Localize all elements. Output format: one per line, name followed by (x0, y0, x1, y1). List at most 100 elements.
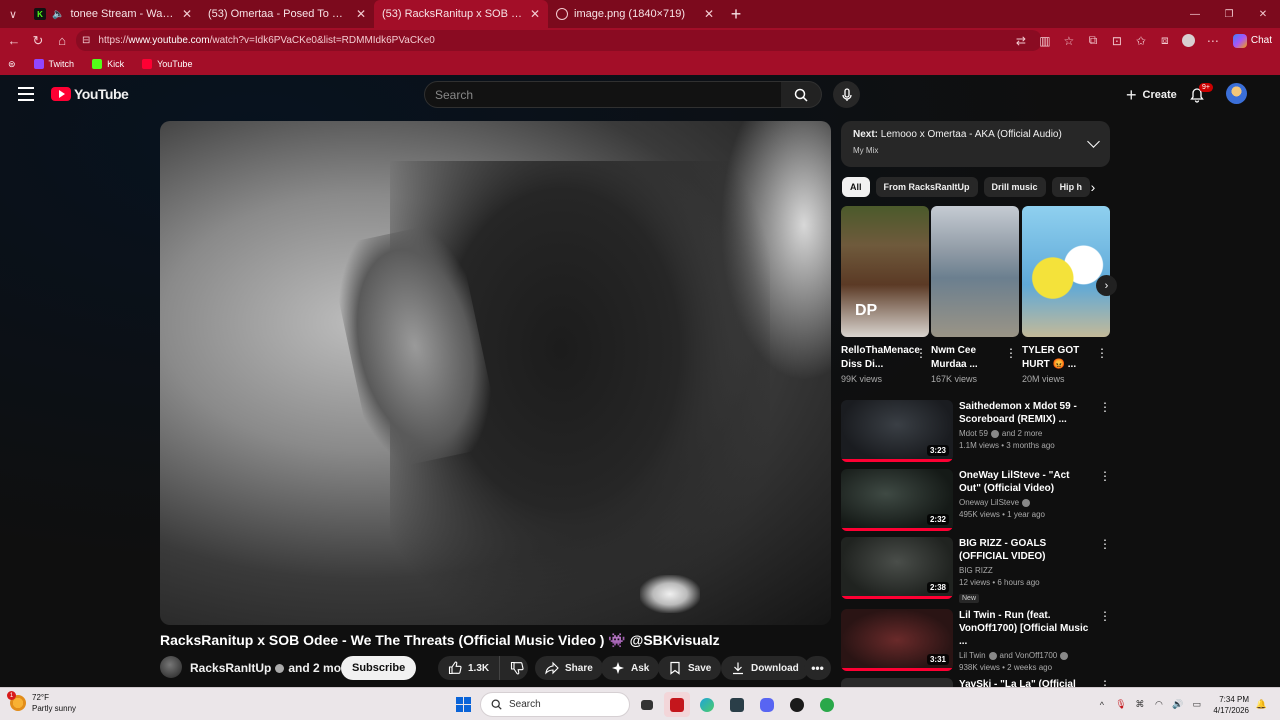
chip-all[interactable]: All (842, 177, 870, 197)
battery-icon[interactable]: ▭ (1190, 698, 1203, 711)
short-title[interactable]: TYLER GOT HURT 😡 ... (1022, 344, 1094, 372)
back-arrow-icon[interactable]: ← (2, 28, 26, 53)
wifi-icon[interactable]: ◠ (1152, 698, 1165, 711)
terminal-icon[interactable] (724, 692, 750, 717)
network-icon[interactable]: ⌘ (1133, 698, 1146, 711)
dislike-button[interactable] (506, 656, 528, 680)
short-thumbnail[interactable] (1022, 206, 1110, 337)
home-icon[interactable]: ⌂ (50, 28, 74, 53)
profile-avatar[interactable] (1177, 28, 1201, 53)
short-thumbnail[interactable]: DP (841, 206, 929, 337)
microphone-icon[interactable]: 🎙 (1114, 698, 1127, 711)
site-info-icon[interactable]: ⊟ (82, 35, 90, 46)
short-menu-icon[interactable]: ⋮ (915, 346, 927, 360)
discord-icon[interactable] (754, 692, 780, 717)
short-thumbnail[interactable] (931, 206, 1019, 337)
short-title[interactable]: RelloThaMenace Diss Di... (841, 344, 920, 372)
short-item[interactable]: Nwm Cee Murdaa ... 167K views ⋮ (931, 206, 1019, 384)
short-menu-icon[interactable]: ⋮ (1096, 346, 1108, 360)
edge-browser-icon[interactable] (694, 692, 720, 717)
account-avatar[interactable] (1226, 83, 1247, 104)
video-player[interactable] (160, 121, 831, 625)
bookmark-youtube[interactable]: YouTube (133, 59, 201, 69)
shorts-next-arrow-icon[interactable]: › (1096, 275, 1117, 296)
video-menu-icon[interactable]: ⋮ (1099, 469, 1111, 483)
video-thumbnail[interactable]: 2:38 (841, 537, 953, 599)
chips-next-chevron-icon[interactable]: › (1086, 179, 1100, 195)
recommended-video[interactable]: YavSki - "La La" (Official Video) ⋮ (841, 678, 1111, 687)
more-menu-icon[interactable]: ⋯ (1201, 28, 1225, 53)
task-view-icon[interactable] (634, 692, 660, 717)
youtube-logo[interactable]: YouTube (51, 86, 129, 102)
video-title[interactable]: Saithedemon x Mdot 59 - Scoreboard (REMI… (959, 400, 1094, 426)
short-item[interactable]: DP RelloThaMenace Diss Di... 99K views ⋮ (841, 206, 929, 384)
notification-bell-icon[interactable]: 🔔 (1255, 698, 1268, 711)
chip-drill-music[interactable]: Drill music (983, 177, 1046, 197)
save-button[interactable]: Save (658, 656, 722, 680)
bookmark-twitch[interactable]: Twitch (25, 59, 84, 69)
taskbar-search[interactable]: Search (480, 692, 630, 717)
channel-avatar[interactable] (160, 656, 182, 678)
create-button[interactable]: + Create (1120, 82, 1183, 108)
ask-button[interactable]: Ask (601, 656, 660, 680)
show-hidden-icons-chevron[interactable]: ^ (1095, 698, 1108, 711)
browser-tab-racksranitup[interactable]: (53) RacksRanitup x SOB Odee - We The Th… (374, 0, 548, 28)
short-menu-icon[interactable]: ⋮ (1005, 346, 1017, 360)
short-item[interactable]: TYLER GOT HURT 😡 ... 20M views ⋮ (1022, 206, 1110, 384)
subscribe-button[interactable]: Subscribe (341, 656, 417, 680)
tab-close-icon[interactable]: ✕ (182, 7, 192, 21)
browser-tab-omertaa[interactable]: (53) Omertaa - Posed To Be a Star ✕ (200, 0, 374, 28)
video-title[interactable]: Lil Twin - Run (feat. VonOff1700) [Offic… (959, 609, 1094, 648)
weather-widget[interactable]: 1 72°F Partly sunny (7, 691, 76, 714)
favorite-star-icon[interactable]: ☆ (1057, 28, 1081, 53)
recommended-video[interactable]: 2:38 BIG RIZZ - GOALS (OFFICIAL VIDEO) B… (841, 537, 1111, 603)
video-title[interactable]: OneWay LilSteve - "Act Out" (Official Vi… (959, 469, 1094, 495)
browser-tab-kick[interactable]: K 🔈 tonee Stream - Watch Live on Kick ✕ (26, 0, 200, 28)
speaker-icon[interactable]: 🔈 (52, 9, 64, 20)
video-thumbnail[interactable]: 3:23 (841, 400, 953, 462)
chip-from-channel[interactable]: From RacksRanItUp (875, 177, 978, 197)
acrobat-icon[interactable] (664, 692, 690, 717)
close-window-icon[interactable]: ✕ (1246, 0, 1280, 28)
bookmark-kick[interactable]: Kick (83, 59, 133, 69)
clock[interactable]: 7:34 PM 4/17/2026 (1209, 694, 1249, 716)
video-channel[interactable]: Mdot 59 and 2 more (959, 429, 1094, 438)
download-button[interactable]: Download (721, 656, 809, 680)
copilot-chat-button[interactable]: Chat (1225, 33, 1280, 48)
video-thumbnail[interactable] (841, 678, 953, 687)
tab-actions-chevron-icon[interactable]: ∨ (0, 0, 26, 28)
collections-icon[interactable]: ⧈ (1153, 28, 1177, 53)
video-channel[interactable]: Oneway LilSteve (959, 498, 1094, 507)
volume-icon[interactable]: 🔊 (1171, 698, 1184, 711)
video-menu-icon[interactable]: ⋮ (1099, 678, 1111, 687)
video-thumbnail[interactable]: 3:31 (841, 609, 953, 671)
chip-hip-hop[interactable]: Hip h (1051, 177, 1091, 197)
url-bar[interactable]: ⊟ https://www.youtube.com/watch?v=Idk6PV… (76, 30, 1042, 51)
video-channel[interactable]: BIG RIZZ (959, 566, 1094, 575)
up-next-mix-panel[interactable]: Next: Lemooo x Omertaa - AKA (Official A… (841, 121, 1110, 167)
tab-close-icon[interactable]: ✕ (356, 7, 366, 21)
tab-close-icon[interactable]: ✕ (530, 7, 540, 21)
split-screen-icon[interactable]: ▥ (1033, 28, 1057, 53)
new-tab-plus-icon[interactable]: + (722, 0, 750, 28)
menu-hamburger-icon[interactable] (18, 87, 34, 101)
short-title[interactable]: Nwm Cee Murdaa ... (931, 344, 1003, 372)
search-button[interactable] (781, 81, 822, 108)
android-app-icon[interactable] (784, 692, 810, 717)
split-view-icon[interactable]: ⊡ (1105, 28, 1129, 53)
video-title[interactable]: YavSki - "La La" (Official Video) (959, 678, 1094, 687)
translate-icon[interactable]: ⇄ (1009, 28, 1033, 53)
start-button[interactable] (450, 692, 476, 717)
tab-close-icon[interactable]: ✕ (704, 7, 714, 21)
recommended-video[interactable]: 2:32 OneWay LilSteve - "Act Out" (Offici… (841, 469, 1111, 531)
recommended-video[interactable]: 3:23 Saithedemon x Mdot 59 - Scoreboard … (841, 400, 1111, 462)
voice-search-button[interactable] (833, 81, 860, 108)
channel-name[interactable]: RacksRanItUp and 2 more (190, 661, 352, 675)
minimize-icon[interactable]: — (1178, 0, 1212, 28)
favorites-list-icon[interactable]: ✩ (1129, 28, 1153, 53)
browser-tab-image[interactable]: image.png (1840×719) ✕ (548, 0, 722, 28)
maximize-icon[interactable]: ❐ (1212, 0, 1246, 28)
video-title[interactable]: BIG RIZZ - GOALS (OFFICIAL VIDEO) (959, 537, 1094, 563)
more-actions-button[interactable]: ••• (804, 656, 831, 680)
video-menu-icon[interactable]: ⋮ (1099, 537, 1111, 551)
